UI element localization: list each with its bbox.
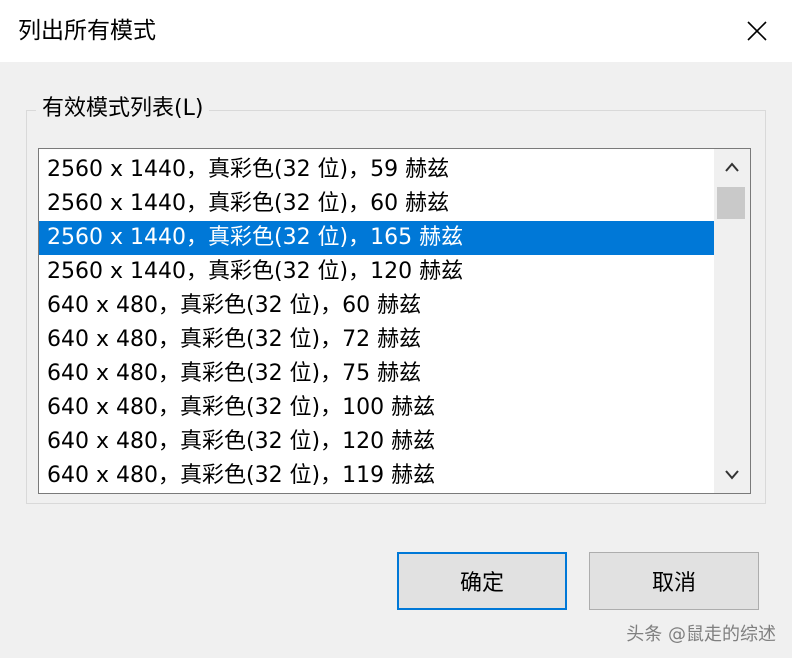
close-button[interactable] (740, 14, 774, 48)
vertical-scrollbar[interactable] (714, 149, 750, 493)
list-item[interactable]: 2560 x 1440，真彩色(32 位)，120 赫兹 (39, 255, 714, 289)
close-icon (747, 21, 767, 41)
cancel-button[interactable]: 取消 (589, 552, 759, 610)
chevron-down-icon (725, 470, 739, 480)
list-item[interactable]: 2560 x 1440，真彩色(32 位)，59 赫兹 (39, 153, 714, 187)
scroll-down-button[interactable] (714, 457, 750, 493)
group-label: 有效模式列表(L) (36, 94, 210, 124)
list-item[interactable]: 640 x 480，真彩色(32 位)，119 赫兹 (39, 459, 714, 493)
list-item[interactable]: 640 x 480，真彩色(32 位)，60 赫兹 (39, 289, 714, 323)
watermark: 头条 @鼠走的综述 (626, 624, 776, 645)
list-item[interactable]: 640 x 480，真彩色(32 位)，100 赫兹 (39, 391, 714, 425)
window-title: 列出所有模式 (18, 18, 156, 44)
title-bar: 列出所有模式 (0, 0, 792, 62)
list-item[interactable]: 640 x 480，真彩色(32 位)，120 赫兹 (39, 425, 714, 459)
list-item-selected[interactable]: 2560 x 1440，真彩色(32 位)，165 赫兹 (39, 221, 714, 255)
scroll-up-button[interactable] (714, 149, 750, 185)
list-item[interactable]: 2560 x 1440，真彩色(32 位)，60 赫兹 (39, 187, 714, 221)
list-item[interactable]: 640 x 480，真彩色(32 位)，75 赫兹 (39, 357, 714, 391)
mode-list-rows: 2560 x 1440，真彩色(32 位)，59 赫兹 2560 x 1440，真… (39, 153, 714, 493)
scroll-thumb[interactable] (717, 187, 745, 219)
list-item[interactable]: 640 x 480，真彩色(32 位)，72 赫兹 (39, 323, 714, 357)
mode-list[interactable]: 2560 x 1440，真彩色(32 位)，59 赫兹 2560 x 1440，真… (38, 148, 751, 494)
chevron-up-icon (725, 162, 739, 172)
ok-button[interactable]: 确定 (397, 552, 567, 610)
